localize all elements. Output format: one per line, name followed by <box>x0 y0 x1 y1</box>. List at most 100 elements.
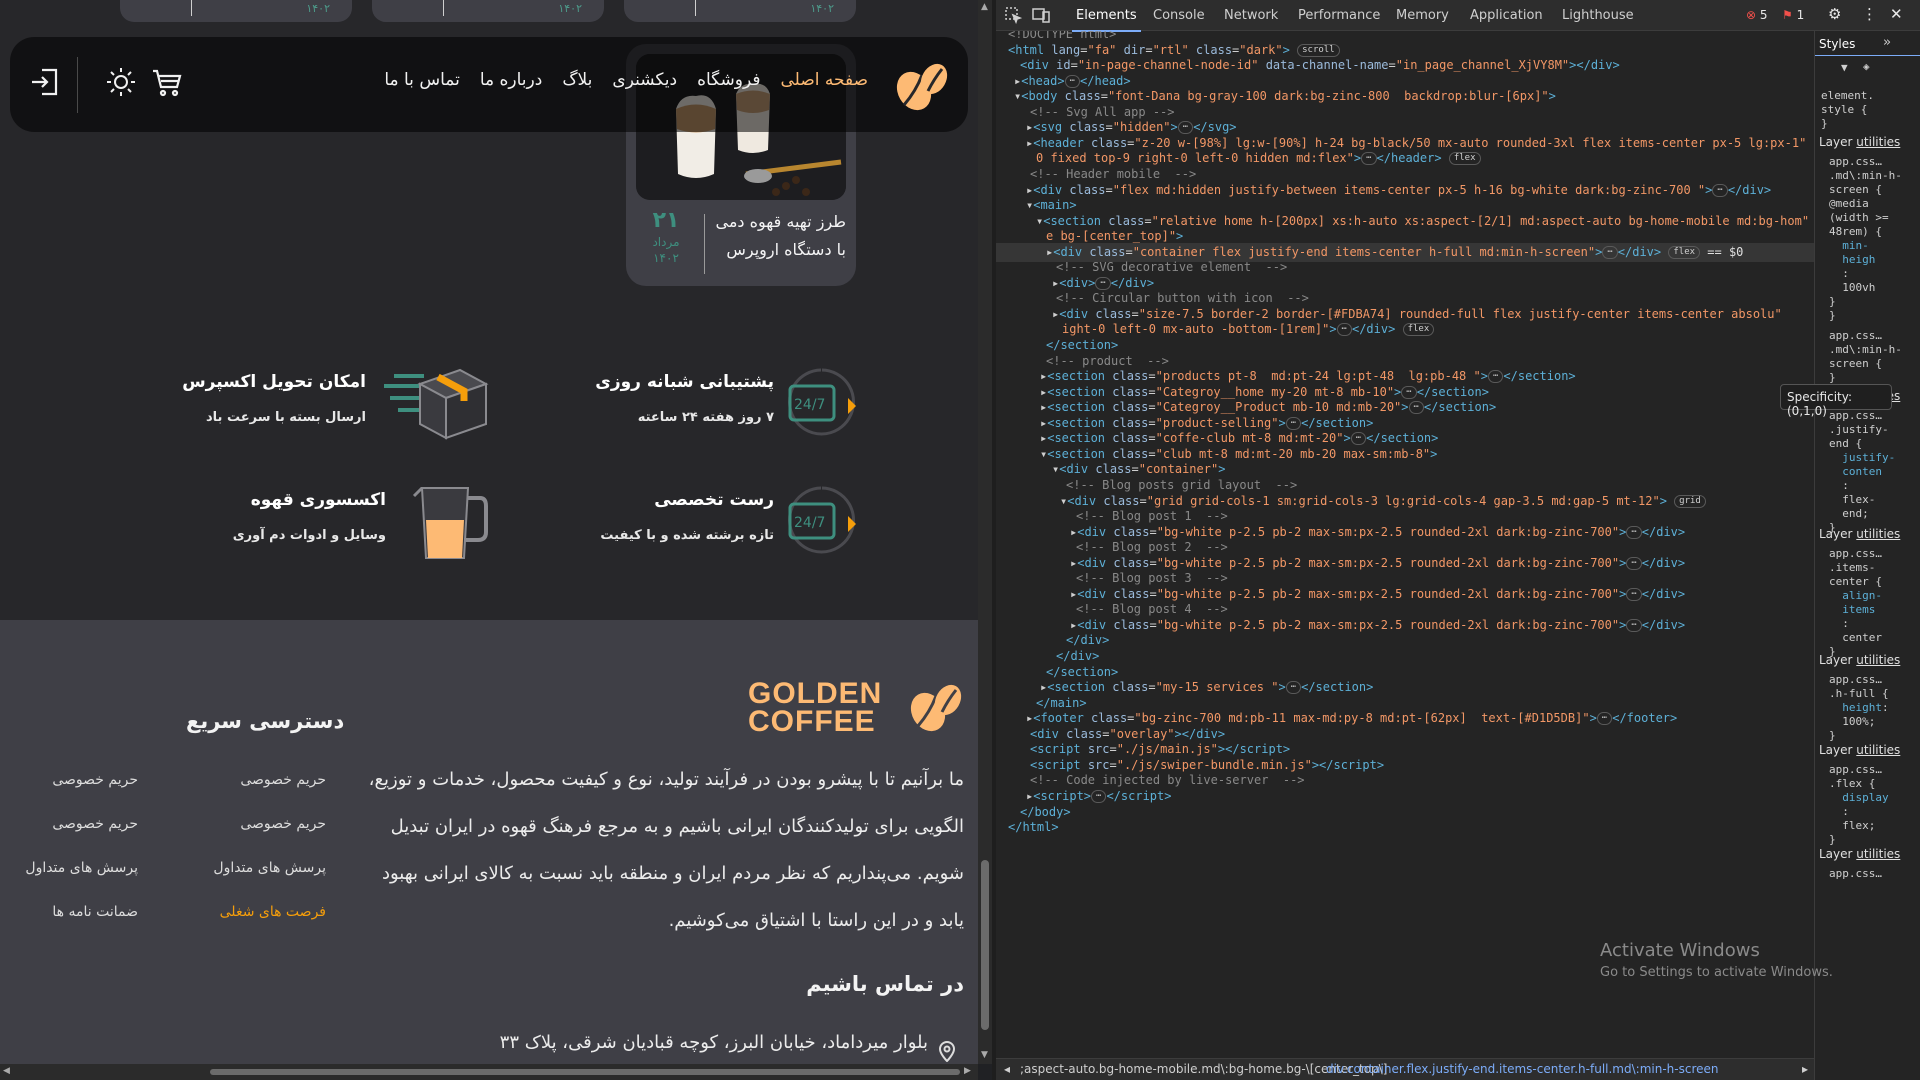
quick-link[interactable]: حریم خصوصی <box>240 772 326 788</box>
service-desc: ارسال بسته با سرعت باد <box>206 410 366 425</box>
more-tabs-icon[interactable]: » <box>1883 35 1891 50</box>
site-footer: GOLDEN COFFEE ما برآنیم تا با پیشرو بودن… <box>0 620 978 1064</box>
layer-link[interactable]: utilities <box>1856 527 1900 541</box>
activate-subtitle: Go to Settings to activate Windows. <box>1600 965 1833 980</box>
more-options-icon[interactable]: ⋮ <box>1862 5 1877 23</box>
breadcrumb-back-icon[interactable]: ◂ <box>1004 1062 1010 1076</box>
filter-icon[interactable]: ▼ <box>1841 61 1848 74</box>
service-title: امکان تحویل اکسپرس <box>182 372 366 392</box>
devtools-panel: Elements Console Network Performance Mem… <box>996 0 1920 1080</box>
layer-link[interactable]: utilities <box>1856 653 1900 667</box>
footer-bean-icon <box>904 676 966 740</box>
layer-link[interactable]: utilities <box>1856 743 1900 757</box>
tab-styles[interactable]: Styles <box>1819 37 1855 51</box>
layer-label: Layer utilities <box>1819 135 1901 149</box>
device-toolbar-icon[interactable] <box>1032 6 1050 28</box>
tab-application[interactable]: Application <box>1470 8 1543 23</box>
quick-link[interactable]: پرسش های متداول <box>213 860 326 876</box>
cart-icon[interactable] <box>150 65 184 99</box>
issue-flag-icon: ⚑ <box>1782 8 1793 22</box>
blog-day: ۲۱ <box>652 208 680 233</box>
quick-link[interactable]: حریم خصوصی <box>240 816 326 832</box>
quick-link[interactable]: حریم خصوصی <box>52 816 138 832</box>
quick-link[interactable]: ضمانت نامه ها <box>52 904 138 920</box>
logo-line1: GOLDEN <box>748 677 883 710</box>
service-desc: وسایل و ادوات دم آوری <box>232 528 386 543</box>
website-viewport: ۱۴۰۲ ۱۴۰۲ ۱۴۰۲ طرز تهیه قهوه دمی با دستگ… <box>0 0 978 1064</box>
error-icon: ⊗ <box>1746 8 1757 22</box>
nav-dictionary[interactable]: دیکشنری <box>612 70 677 90</box>
nav-home[interactable]: صفحه اصلی <box>781 70 868 90</box>
hscroll-thumb[interactable] <box>210 1069 960 1075</box>
nav-about[interactable]: درباره ما <box>480 70 543 90</box>
devtools-toolbar: Elements Console Network Performance Mem… <box>996 0 1920 32</box>
top-card[interactable]: ۱۴۰۲ <box>624 0 856 22</box>
sun-theme-icon[interactable] <box>104 65 138 99</box>
service-roast: رست تخصصی تازه برشته شده و با کیفیت <box>600 490 774 543</box>
close-icon[interactable]: ✕ <box>1890 5 1903 23</box>
login-icon[interactable] <box>28 65 62 99</box>
service-accessory: اکسسوری قهوه وسایل و ادوات دم آوری <box>233 490 386 543</box>
layers-icon[interactable]: ◈ <box>1863 60 1870 73</box>
top-card[interactable]: ۱۴۰۲ <box>120 0 352 22</box>
top-card[interactable]: ۱۴۰۲ <box>372 0 604 22</box>
coffee-bean-logo-icon[interactable] <box>890 55 952 119</box>
breadcrumb-forward-icon[interactable]: ▸ <box>1802 1062 1808 1076</box>
viewport-vertical-scrollbar[interactable]: ▲ ▼ <box>978 0 992 1064</box>
main-nav: صفحه اصلی فروشگاه دیکشنری بلاگ درباره ما… <box>384 70 868 90</box>
header-separator <box>77 57 78 113</box>
layer-label: Layer utilities <box>1819 653 1901 667</box>
styles-pane: Styles » ▼ ◈ element. style { } Layer ut… <box>1814 31 1920 1080</box>
dom-node[interactable]: </html> <box>996 818 1814 837</box>
layer-link[interactable]: utilities <box>1856 847 1900 861</box>
gear-icon[interactable]: ⚙ <box>1828 5 1841 23</box>
contact-title: در تماس باشیم <box>806 972 964 996</box>
blog-title[interactable]: طرز تهیه قهوه دمی با دستگاه اروپرس <box>706 208 846 264</box>
tab-elements[interactable]: Elements <box>1072 8 1141 32</box>
service-desc: تازه برشته شده و با کیفیت <box>600 528 774 543</box>
screen: ۱۴۰۲ ۱۴۰۲ ۱۴۰۲ طرز تهیه قهوه دمی با دستگ… <box>0 0 1920 1080</box>
service-title: رست تخصصی <box>654 490 774 510</box>
logo-line2: COFFEE <box>748 705 876 738</box>
roast-24-7-icon: 24/7 <box>786 482 858 566</box>
nav-contact[interactable]: تماس با ما <box>384 70 460 90</box>
activate-title: Activate Windows <box>1600 940 1760 961</box>
dom-tree[interactable]: <!DOCTYPE html> <html lang="fa" dir="rtl"… <box>996 31 1814 1058</box>
blog-divider <box>704 214 705 274</box>
error-count[interactable]: ⊗ 5 <box>1746 8 1768 22</box>
tab-lighthouse[interactable]: Lighthouse <box>1562 8 1634 23</box>
tab-network[interactable]: Network <box>1224 8 1278 23</box>
layer-link[interactable]: utilities <box>1856 135 1900 149</box>
warning-count[interactable]: ⚑ 1 <box>1782 8 1804 22</box>
location-pin-icon <box>938 1040 956 1064</box>
blog-year: ۱۴۰۲ <box>653 251 679 265</box>
tab-performance[interactable]: Performance <box>1298 8 1380 23</box>
specificity-tooltip: Specificity: (0,1,0) <box>1780 384 1892 418</box>
viewport-horizontal-scrollbar[interactable]: ◀ ▶ <box>0 1064 978 1080</box>
footer-about: ما برآنیم تا با پیشرو بودن در فرآیند تول… <box>368 769 964 931</box>
address: بلوار میرداماد، خیابان البرز، کوچه قبادی… <box>499 1032 928 1053</box>
nav-shop[interactable]: فروشگاه <box>697 70 760 90</box>
activate-windows-watermark: Activate Windows Go to Settings to activ… <box>1600 940 1833 980</box>
quick-link[interactable]: پرسش های متداول <box>25 860 138 876</box>
site-header: صفحه اصلی فروشگاه دیکشنری بلاگ درباره ما… <box>10 37 968 132</box>
inspect-element-icon[interactable] <box>1004 6 1023 28</box>
service-title: اکسسوری قهوه <box>250 490 386 510</box>
quick-link-jobs[interactable]: فرصت های شغلی <box>220 904 326 920</box>
service-express: امکان تحویل اکسپرس ارسال بسته با سرعت با… <box>182 372 366 425</box>
quick-link[interactable]: حریم خصوصی <box>52 772 138 788</box>
card-year: ۱۴۰۲ <box>558 2 582 15</box>
service-title: پشتیبانی شبانه روزی <box>595 372 774 392</box>
nav-blog[interactable]: بلاگ <box>562 70 592 90</box>
blog-date: ۲۱ مرداد ۱۴۰۲ <box>636 208 696 265</box>
blog-month: مرداد <box>652 235 680 249</box>
tab-memory[interactable]: Memory <box>1396 8 1449 23</box>
breadcrumb-item-selected[interactable]: div.container.flex.justify-end.items-cen… <box>1326 1062 1718 1076</box>
svg-text:24/7: 24/7 <box>794 397 825 413</box>
support-24-7-icon: 24/7 <box>786 364 858 448</box>
scroll-thumb[interactable] <box>981 860 989 1030</box>
card-year: ۱۴۰۲ <box>306 2 330 15</box>
tab-console[interactable]: Console <box>1153 8 1205 23</box>
service-desc: ۷ روز هفته ۲۴ ساعته <box>637 410 774 425</box>
footer-logo-text: GOLDEN COFFEE <box>748 677 883 738</box>
